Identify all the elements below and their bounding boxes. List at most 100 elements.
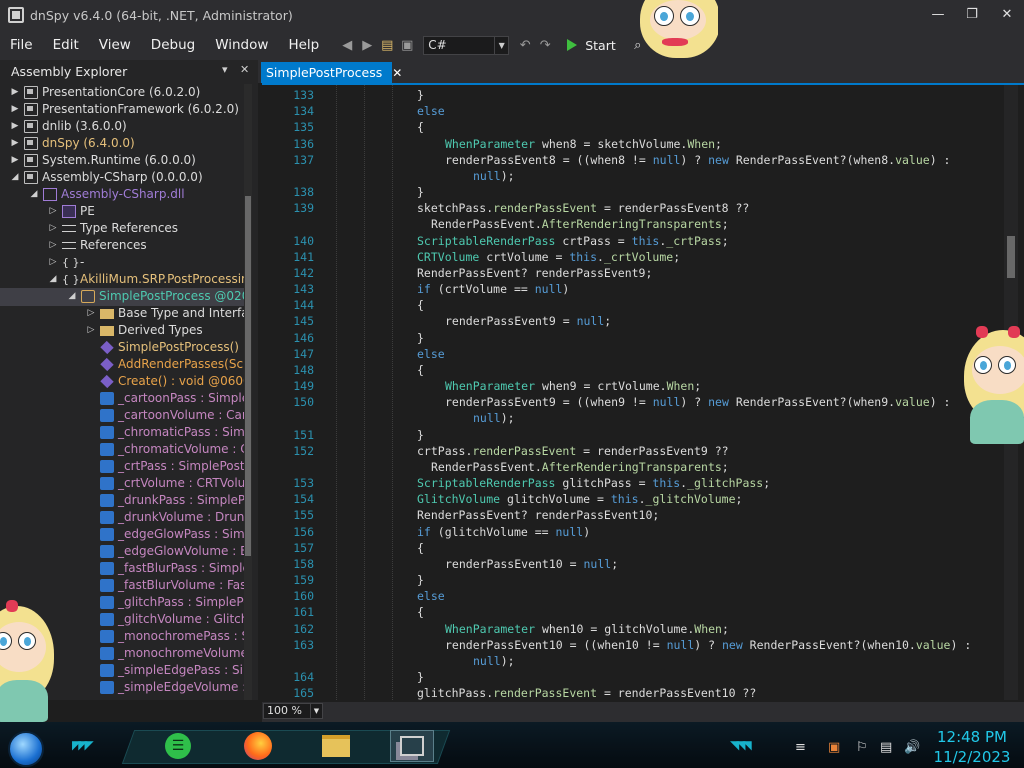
code-token: value xyxy=(915,638,951,652)
field-icon xyxy=(100,494,114,507)
tree-node[interactable]: _fastBlurPass : SimpleP xyxy=(86,560,244,577)
tree-node[interactable]: ▷ Derived Types xyxy=(86,322,203,339)
tree-expander-icon[interactable]: ◢ xyxy=(10,169,20,186)
tree-node[interactable]: ▷ { } - xyxy=(48,254,85,271)
tree-node[interactable]: _edgeGlowPass : Simp xyxy=(86,526,244,543)
tree-node[interactable]: ◢ Assembly-CSharp (0.0.0.0) xyxy=(10,169,203,186)
tree-expander-icon[interactable]: ◢ xyxy=(67,288,77,305)
tree-node[interactable]: _cartoonVolume : Cart xyxy=(86,407,244,424)
notes-app-glyph: ☰ xyxy=(165,733,191,759)
tree-node[interactable]: AddRenderPasses(Scrip xyxy=(86,356,244,373)
tree-expander-icon[interactable]: ▷ xyxy=(48,203,58,220)
panel-menu-chevron-icon[interactable]: ▾ xyxy=(222,63,228,76)
line-number: 155 xyxy=(293,508,314,522)
language-select[interactable]: C# ▼ xyxy=(423,35,510,55)
tree-expander-icon[interactable]: ▷ xyxy=(48,220,58,237)
panel-close-button[interactable]: ✕ xyxy=(240,63,249,76)
code-editor[interactable]: 133} 134 else 135 {136 WhenParameter when8 = … xyxy=(262,83,1024,700)
tree-node[interactable]: ◢ { } AkilliMum.SRP.PostProcessing xyxy=(48,271,244,288)
tree-expander-icon[interactable]: ▶ xyxy=(10,118,20,135)
tree-node[interactable]: _chromaticVolume : C xyxy=(86,441,244,458)
tree-node[interactable]: _chromaticPass : Simp xyxy=(86,424,244,441)
tray-app-icon[interactable]: ▣ xyxy=(828,740,840,755)
maximize-button[interactable]: ❐ xyxy=(960,5,984,25)
redo-icon[interactable]: ↷ xyxy=(535,35,555,55)
start-debugging-button[interactable]: Start xyxy=(567,38,616,53)
tree-expander-icon[interactable]: ▷ xyxy=(48,254,58,271)
tree-node[interactable]: _crtPass : SimplePostP xyxy=(86,458,244,475)
open-icon[interactable]: ▤ xyxy=(377,35,397,55)
tree-node[interactable]: ▷ Type References xyxy=(48,220,179,237)
pe-icon xyxy=(62,205,76,218)
code-token: null xyxy=(534,282,563,296)
tree-node[interactable]: SimplePostProcess() : v xyxy=(86,339,244,356)
tree-node[interactable]: _simpleEdgeVolume : 1 xyxy=(86,679,244,696)
tree-node[interactable]: ◢ SimplePostProcess @0200 xyxy=(67,288,244,305)
tab-simplepostprocess[interactable]: SimplePostProcess ✕ xyxy=(261,62,402,83)
tree-expander-icon[interactable]: ▷ xyxy=(86,322,96,339)
tree-expander-icon[interactable]: ▶ xyxy=(10,84,20,101)
code-token: { xyxy=(417,541,424,555)
firefox-icon[interactable] xyxy=(236,730,280,762)
tray-overflow-icon[interactable]: ≡ xyxy=(795,740,806,755)
tree-node[interactable]: Create() : void @06000 xyxy=(86,373,244,390)
menu-debug[interactable]: Debug xyxy=(141,34,205,56)
menu-view[interactable]: View xyxy=(89,34,141,56)
tree-node[interactable]: _fastBlurVolume : Fastl xyxy=(86,577,244,594)
file-explorer-icon[interactable] xyxy=(314,730,358,762)
tree-expander-icon[interactable]: ▷ xyxy=(86,305,96,322)
tree-scrollbar-thumb[interactable] xyxy=(245,196,251,556)
tree-expander-icon[interactable]: ▶ xyxy=(10,101,20,118)
tab-close-icon[interactable]: ✕ xyxy=(392,66,402,80)
zoom-select[interactable]: 100 % ▼ xyxy=(263,703,323,719)
tree-node[interactable]: ◢ Assembly-CSharp.dll xyxy=(29,186,185,203)
forward-icon[interactable]: ▶ xyxy=(357,35,377,55)
tree-node[interactable]: _monochromeVolume xyxy=(86,645,244,662)
action-center-icon[interactable]: ⚐ xyxy=(856,740,868,755)
task-view-icon[interactable] xyxy=(390,730,434,762)
editor-scrollbar-thumb[interactable] xyxy=(1007,236,1015,278)
menu-edit[interactable]: Edit xyxy=(43,34,89,56)
minimize-button[interactable]: — xyxy=(926,5,950,25)
menu-file[interactable]: File xyxy=(0,34,43,56)
tree-node[interactable]: _simpleEdgePass : Sim xyxy=(86,662,244,679)
code-view[interactable]: 133} 134 else 135 {136 WhenParameter when8 = … xyxy=(262,85,1002,700)
tree-node[interactable]: ▷ Base Type and Interfac xyxy=(86,305,244,322)
back-icon[interactable]: ◀ xyxy=(337,35,357,55)
tree-node[interactable]: ▶ PresentationFramework (6.0.2.0) xyxy=(10,101,239,118)
tree-node[interactable]: _glitchVolume : GlitchV xyxy=(86,611,244,628)
tree-node[interactable]: _cartoonPass : SimpleP xyxy=(86,390,244,407)
close-window-button[interactable]: ✕ xyxy=(995,5,1019,25)
volume-icon[interactable]: 🔊 xyxy=(904,740,920,755)
tree-node[interactable]: _monochromePass : Si xyxy=(86,628,244,645)
field-icon xyxy=(100,613,114,626)
windows-start-button[interactable] xyxy=(8,731,44,767)
tree-node[interactable]: _edgeGlowVolume : Ec xyxy=(86,543,244,560)
tree-node[interactable]: _crtVolume : CRTVolur xyxy=(86,475,244,492)
tree-node[interactable]: ▶ dnlib (3.6.0.0) xyxy=(10,118,127,135)
mascot-sticker-right xyxy=(962,318,1024,444)
tree-node[interactable]: ▷ References xyxy=(48,237,147,254)
menu-help[interactable]: Help xyxy=(278,34,329,56)
menu-window[interactable]: Window xyxy=(205,34,278,56)
tree-expander-icon[interactable]: ◢ xyxy=(29,186,39,203)
undo-icon[interactable]: ↶ xyxy=(515,35,535,55)
tree-node[interactable]: _glitchPass : SimplePo xyxy=(86,594,244,611)
tree-expander-icon[interactable]: ◢ xyxy=(48,271,58,288)
tree-node[interactable]: _drunkVolume : Drunk xyxy=(86,509,244,526)
network-icon[interactable]: ▤ xyxy=(880,740,892,755)
taskbar-clock[interactable]: 12:48 PM 11/2/2023 xyxy=(932,727,1012,767)
tree-expander-icon[interactable]: ▷ xyxy=(48,237,58,254)
tree-scrollbar[interactable] xyxy=(244,84,252,700)
code-line: renderPassEvent9 = null; xyxy=(445,313,611,329)
tree-node[interactable]: _drunkPass : SimplePo xyxy=(86,492,244,509)
notes-app-icon[interactable]: ☰ xyxy=(156,730,200,762)
tree-expander-icon[interactable]: ▶ xyxy=(10,135,20,152)
code-line: renderPassEvent10 = ((when10 != null) ? … xyxy=(445,637,971,653)
tree-node[interactable]: ▷ PE xyxy=(48,203,95,220)
tree-expander-icon[interactable]: ▶ xyxy=(10,152,20,169)
tree-node[interactable]: ▶ dnSpy (6.4.0.0) xyxy=(10,135,135,152)
save-icon[interactable]: ▣ xyxy=(397,35,417,55)
tree-node[interactable]: ▶ PresentationCore (6.0.2.0) xyxy=(10,84,200,101)
tree-node[interactable]: ▶ System.Runtime (6.0.0.0) xyxy=(10,152,196,169)
